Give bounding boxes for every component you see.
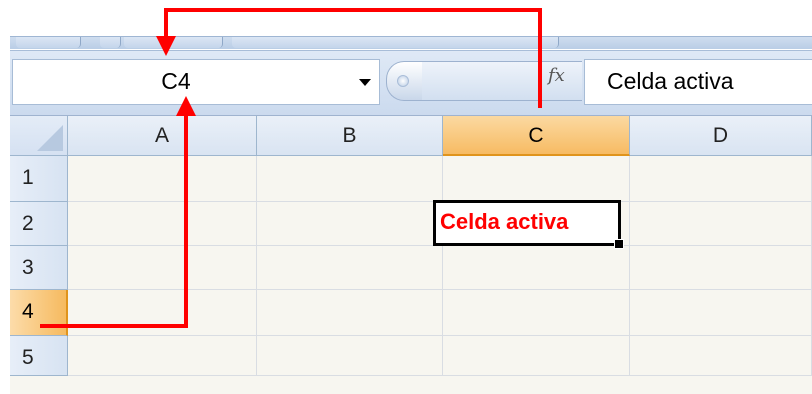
- splitter-handle-icon: [397, 75, 409, 87]
- cell-c1[interactable]: [443, 156, 630, 202]
- ribbon-tab[interactable]: [100, 37, 121, 48]
- cell-d4[interactable]: [630, 290, 812, 336]
- ribbon-tab[interactable]: [16, 37, 81, 48]
- insert-function-icon[interactable]: fx: [548, 65, 565, 86]
- column-header-b[interactable]: B: [257, 116, 443, 156]
- cell-a2[interactable]: [68, 202, 257, 246]
- name-box-value: C4: [161, 68, 191, 94]
- cell-d3[interactable]: [630, 246, 812, 290]
- row-header-1[interactable]: 1: [10, 156, 68, 202]
- active-cell-text: Celda activa: [440, 209, 569, 234]
- select-all-button[interactable]: [10, 116, 68, 156]
- cell-b4[interactable]: [257, 290, 443, 336]
- cell-b3[interactable]: [257, 246, 443, 290]
- formula-content: Celda activa: [607, 68, 734, 94]
- cell-c3[interactable]: [443, 246, 630, 290]
- cell-b2[interactable]: [257, 202, 443, 246]
- column-header-a[interactable]: A: [68, 116, 257, 156]
- column-header-c[interactable]: C: [443, 116, 630, 156]
- formula-input[interactable]: Celda activa: [584, 59, 812, 105]
- worksheet-grid: ABCD 12345: [10, 116, 812, 394]
- row-header-2[interactable]: 2: [10, 202, 68, 246]
- row-header-4[interactable]: 4: [10, 290, 68, 336]
- cell-a4[interactable]: [68, 290, 257, 336]
- ribbon-tab[interactable]: [232, 37, 559, 48]
- fill-handle[interactable]: [614, 239, 624, 249]
- cell-d2[interactable]: [630, 202, 812, 246]
- column-header-d[interactable]: D: [630, 116, 812, 156]
- name-box[interactable]: C4: [12, 59, 380, 105]
- cell-c4[interactable]: [443, 290, 630, 336]
- active-cell-c4[interactable]: Celda activa: [433, 200, 624, 249]
- row-header-5[interactable]: 5: [10, 336, 68, 376]
- ribbon-strip: [10, 36, 812, 49]
- dropdown-arrow-icon[interactable]: [359, 79, 371, 86]
- cell-c5[interactable]: [443, 336, 630, 376]
- cell-d1[interactable]: [630, 156, 812, 202]
- ribbon-tab[interactable]: [124, 37, 223, 48]
- formula-bar: C4 fx Celda activa: [10, 50, 812, 116]
- cell-a5[interactable]: [68, 336, 257, 376]
- formula-bar-splitter[interactable]: [386, 61, 422, 101]
- cell-b1[interactable]: [257, 156, 443, 202]
- cell-a1[interactable]: [68, 156, 257, 202]
- excel-window: C4 fx Celda activa ABCD 12345 Celda activ…: [0, 0, 812, 394]
- cell-a3[interactable]: [68, 246, 257, 290]
- row-header-3[interactable]: 3: [10, 246, 68, 290]
- cell-d5[interactable]: [630, 336, 812, 376]
- cell-b5[interactable]: [257, 336, 443, 376]
- select-all-triangle-icon: [37, 125, 63, 151]
